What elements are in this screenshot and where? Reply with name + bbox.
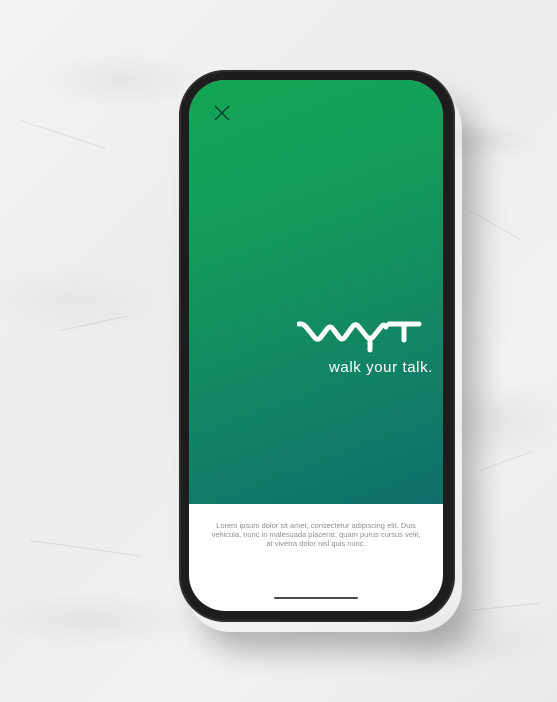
splash-hero: walk your talk. (189, 80, 443, 504)
wall-crack (29, 540, 139, 557)
wall-crack (469, 210, 523, 241)
body-text: Lorem ipsum dolor sit amet, consectetur … (211, 521, 421, 548)
wall-crack (59, 315, 129, 331)
wall-crack (19, 120, 106, 149)
phone-screen: walk your talk. Lorem ipsum dolor sit am… (189, 80, 443, 611)
close-icon (214, 105, 230, 121)
wall-crack (469, 602, 540, 611)
home-indicator[interactable] (274, 597, 358, 599)
wall-crack (479, 451, 532, 471)
close-button[interactable] (212, 103, 232, 123)
wyt-logo-icon (297, 321, 422, 353)
tagline: walk your talk. (328, 359, 433, 376)
